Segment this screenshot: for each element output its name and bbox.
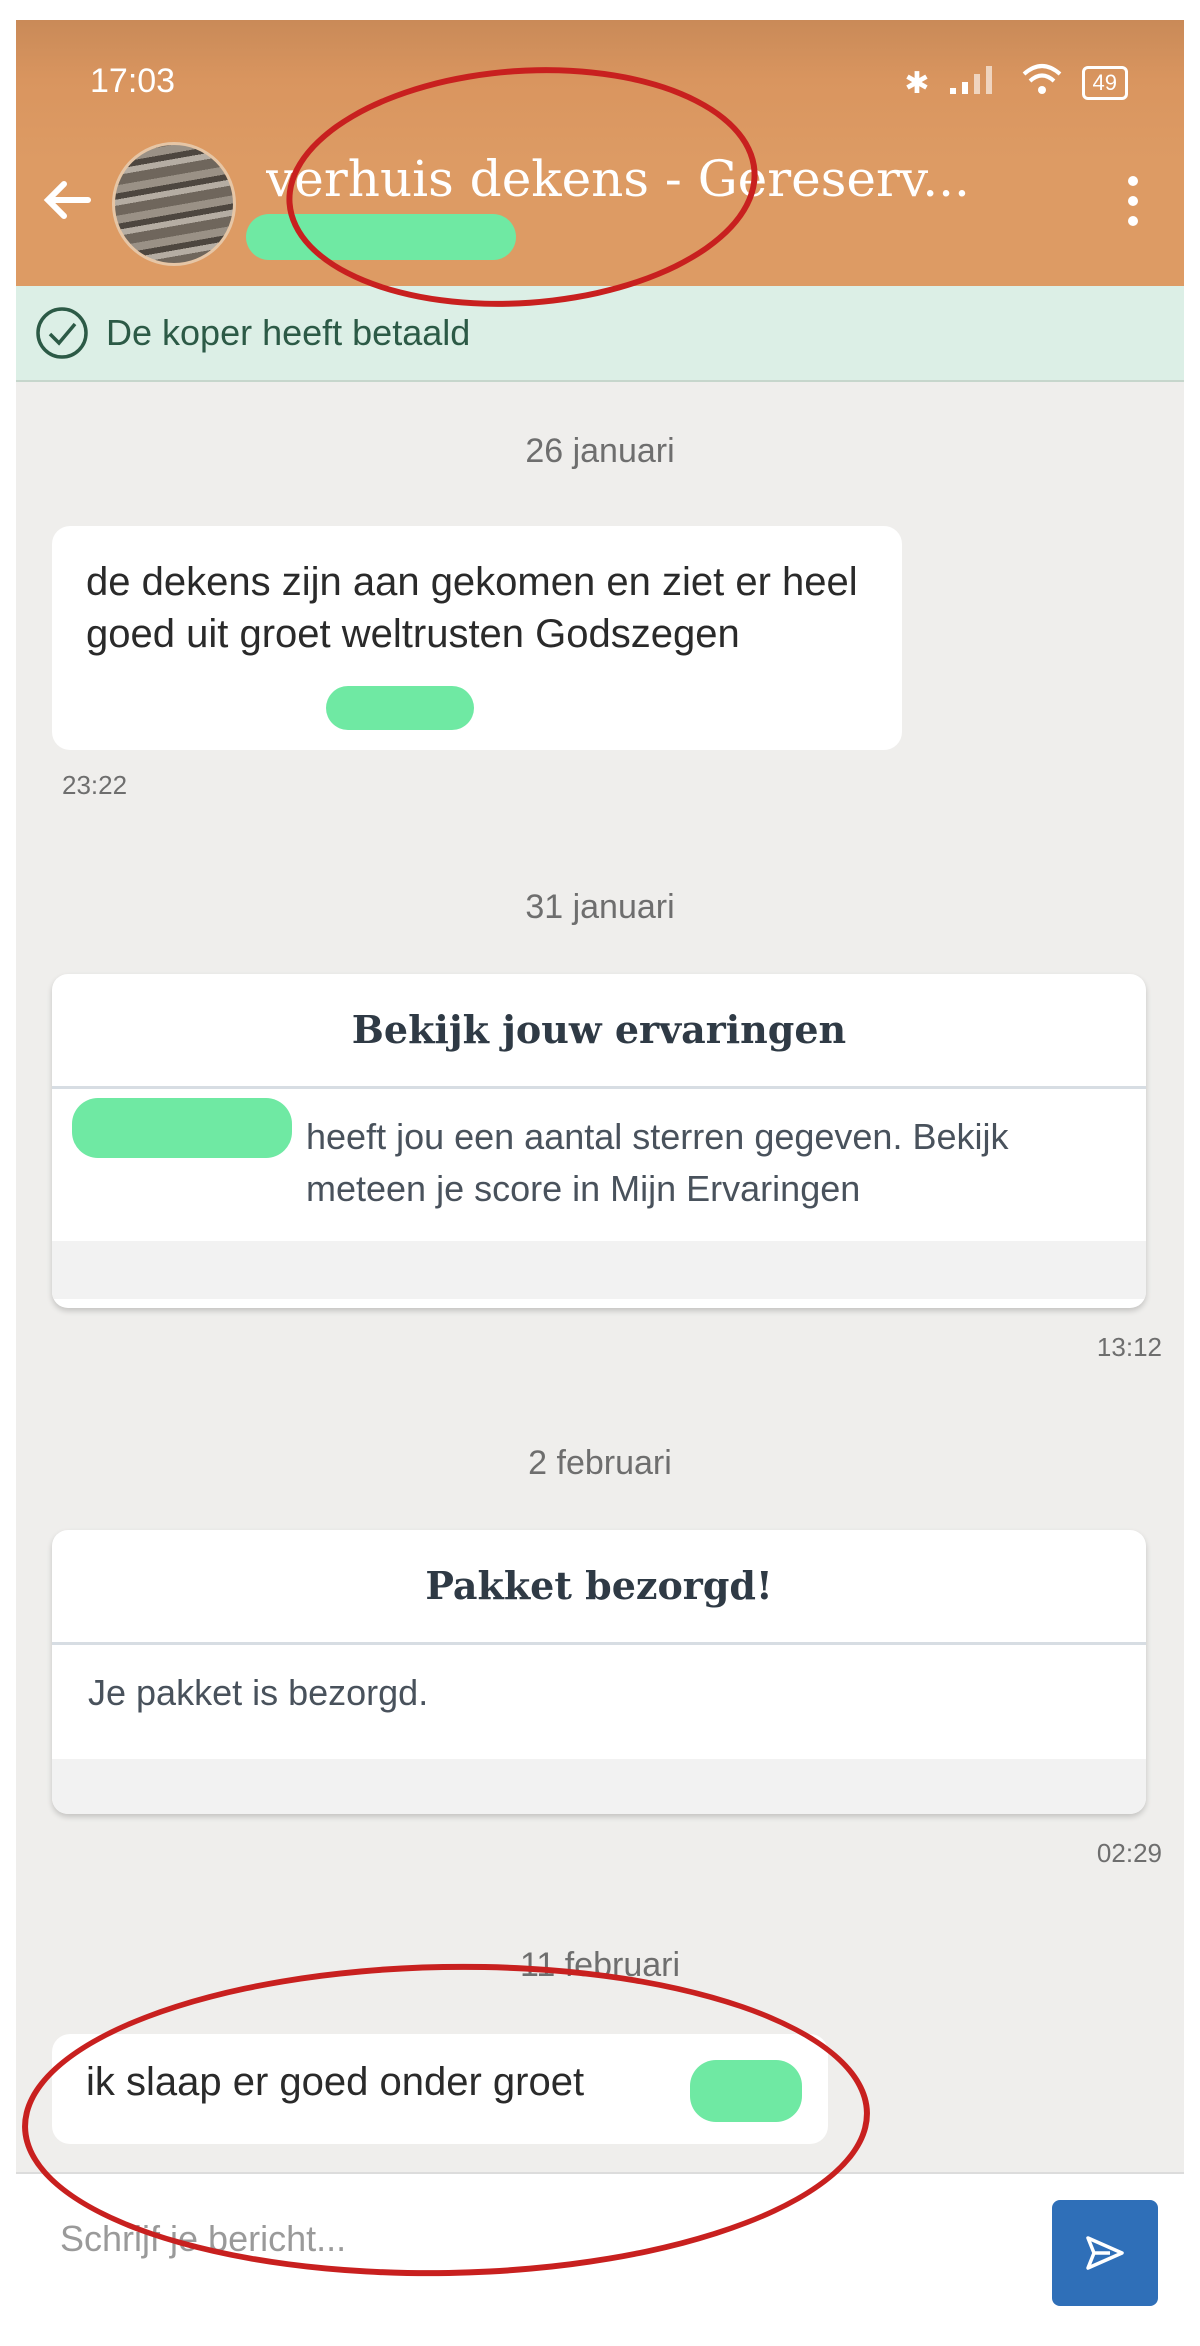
check-circle-icon bbox=[36, 307, 88, 359]
status-time: 17:03 bbox=[90, 62, 176, 100]
payment-status-text: De koper heeft betaald bbox=[106, 312, 471, 353]
card-footer bbox=[52, 1241, 1146, 1299]
redaction-mark bbox=[326, 686, 474, 730]
card-body: Je pakket is bezorgd. bbox=[88, 1672, 429, 1713]
battery-icon: 49 bbox=[1081, 66, 1128, 100]
status-icons: ✱ 49 bbox=[904, 62, 1128, 104]
message-bubble: de dekens zijn aan gekomen en ziet er he… bbox=[52, 526, 902, 750]
message-time: 23:22 bbox=[62, 770, 128, 800]
card-title: Pakket bezorgd! bbox=[52, 1530, 1146, 1645]
message-time: 02:29 bbox=[1096, 1838, 1162, 1868]
send-icon bbox=[1086, 2236, 1124, 2270]
delivery-card[interactable]: Pakket bezorgd! Je pakket is bezorgd. bbox=[52, 1530, 1146, 1814]
date-separator: 31 januari bbox=[525, 888, 675, 926]
card-title: Bekijk jouw ervaringen bbox=[52, 974, 1146, 1089]
date-separator: 2 februari bbox=[528, 1444, 672, 1482]
bluetooth-icon: ✱ bbox=[904, 66, 930, 100]
redaction-mark bbox=[72, 1098, 292, 1158]
message-text: de dekens zijn aan gekomen en ziet er he… bbox=[86, 560, 858, 656]
send-button[interactable] bbox=[1052, 2200, 1158, 2306]
card-footer bbox=[52, 1759, 1146, 1814]
message-time: 13:12 bbox=[1096, 1332, 1162, 1362]
payment-banner: De koper heeft betaald bbox=[16, 286, 1184, 382]
more-options-icon[interactable] bbox=[1126, 176, 1140, 230]
wifi-icon bbox=[1020, 62, 1064, 104]
date-separator: 26 januari bbox=[525, 432, 675, 470]
signal-icon bbox=[948, 62, 1002, 104]
back-arrow-icon[interactable] bbox=[38, 170, 98, 230]
chat-screen: 17:03 ✱ 49 verhuis dekens - Gereserv... … bbox=[16, 20, 1184, 2330]
avatar[interactable] bbox=[112, 142, 236, 266]
